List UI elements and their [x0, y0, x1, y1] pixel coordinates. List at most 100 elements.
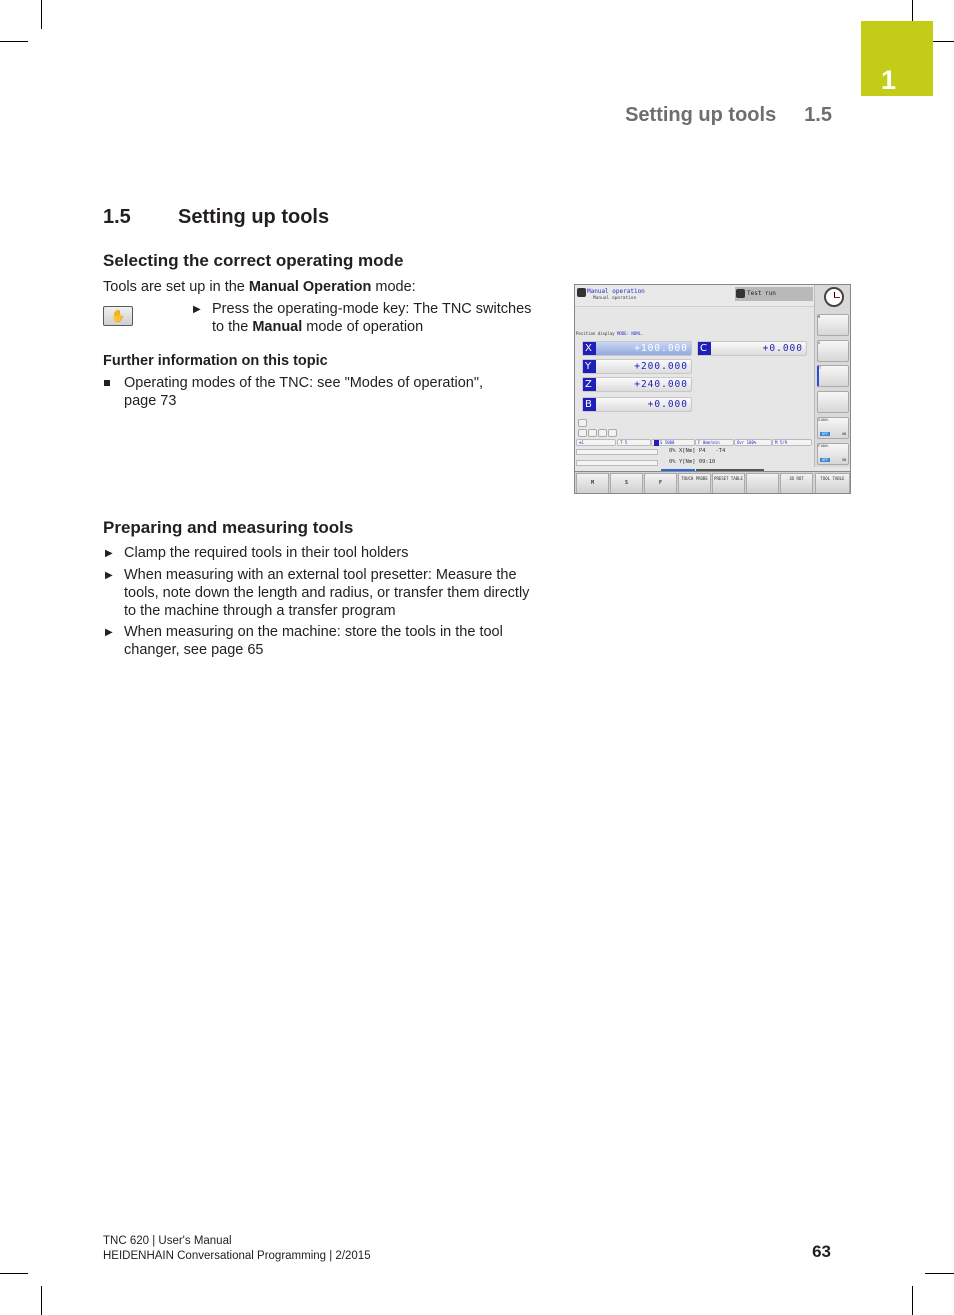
axis-label: C — [698, 342, 711, 355]
crop-mark — [41, 0, 42, 29]
footer-line: HEIDENHAIN Conversational Programming | … — [103, 1250, 371, 1262]
arrow-bullet-icon: ▶ — [105, 570, 113, 581]
item-line: Operating modes of the TNC: see "Modes o… — [124, 375, 484, 391]
feed-override[interactable]: F100% OFF ON — [817, 443, 849, 465]
status-cell-tool: T 5 — [617, 439, 651, 446]
load-bar-y — [576, 460, 658, 466]
intro-text-end: mode: — [371, 279, 416, 295]
crop-mark — [925, 1273, 954, 1274]
load-info: 09:10 — [698, 459, 716, 465]
off-label: OFF — [820, 432, 831, 436]
softkey-s[interactable]: S — [610, 473, 643, 493]
load-percent: 0% — [669, 459, 676, 465]
running-head: Setting up tools 1.5 — [625, 104, 832, 127]
crop-mark — [912, 1286, 913, 1315]
spindle-override[interactable]: S100% OFF ON — [817, 417, 849, 439]
override-label: F100% — [818, 444, 829, 448]
section-heading: 1.5 Setting up tools — [103, 206, 329, 229]
step-line: Press the operating-mode key: The TNC sw… — [212, 301, 532, 317]
softkey-tool-table[interactable]: TOOL TABLE — [815, 473, 850, 493]
side-button-t[interactable]: T — [817, 365, 849, 387]
step-text: to the — [212, 319, 253, 335]
page-number: 63 — [812, 1242, 831, 1261]
small-button — [588, 429, 597, 437]
intro-bold: Manual Operation — [248, 279, 372, 295]
softkey-label: PRESET TABLE — [714, 476, 743, 481]
selecting-heading: Selecting the correct operating mode — [103, 251, 404, 270]
preparing-step: ▶ Clamp the required tools in their tool… — [105, 544, 409, 562]
status-cell-feed: F 0mm/min — [695, 439, 734, 446]
status-value: 1 — [581, 440, 584, 445]
load-label: X[Nm] — [678, 448, 696, 454]
axis-label: B — [583, 398, 596, 411]
position-display-mode: MODE: NOML. — [616, 331, 644, 336]
chapter-number: 1 — [881, 65, 897, 95]
side-button-label: S — [818, 341, 821, 345]
status-cell-mfunction: M 5/9 — [772, 439, 812, 446]
softkey-empty[interactable] — [746, 473, 779, 493]
footer-line: TNC 620 | User's Manual — [103, 1235, 232, 1247]
intro-text: Tools are set up in the — [103, 279, 249, 295]
arrow-bullet-icon: ▶ — [105, 548, 113, 559]
step-line: tools, note down the length and radius, … — [124, 585, 530, 601]
manual-mode-icon — [577, 288, 586, 297]
axis-label: Y — [583, 360, 596, 373]
further-info-heading: Further information on this topic — [103, 353, 328, 369]
hand-icon: ✋ — [110, 309, 126, 323]
crop-mark — [41, 1286, 42, 1315]
axis-value: +0.000 — [762, 343, 803, 354]
further-info-item: Operating modes of the TNC: see "Modes o… — [104, 374, 484, 410]
selecting-intro: Tools are set up in the Manual Operation… — [103, 278, 416, 296]
running-head-title: Setting up tools — [625, 104, 777, 126]
preparing-heading: Preparing and measuring tools — [103, 518, 354, 537]
axis-row-c: C +0.000 — [697, 341, 807, 356]
secondary-mode: Test run — [735, 287, 813, 301]
selecting-step: ▶ Press the operating-mode key: The TNC … — [193, 300, 532, 336]
load-info: P4 -T4 — [698, 448, 726, 454]
step-line: When measuring on the machine: store the… — [124, 624, 503, 640]
section-title: Setting up tools — [178, 206, 330, 228]
vertical-softkey-strip: M S T S100% OFF ON F100% OFF ON — [814, 285, 850, 467]
axis-value: +240.000 — [634, 379, 688, 390]
axis-value: +0.000 — [647, 399, 688, 410]
softkey-3d-rot[interactable]: 3D ROT — [780, 473, 813, 493]
axis-row-y: Y +200.000 — [582, 359, 692, 374]
step-line: to the machine through a transfer progra… — [124, 603, 396, 619]
load-label: Y[Nm] — [678, 459, 696, 465]
softkey-preset-table[interactable]: PRESET TABLE — [712, 473, 745, 493]
axis-value: +100.000 — [634, 343, 688, 354]
status-cell: ⊕1 — [576, 439, 616, 446]
load-row-y: 0% Y[Nm] 09:10 — [669, 459, 715, 465]
position-display-text: Position display — [576, 331, 615, 336]
off-label: OFF — [820, 458, 831, 462]
arrow-bullet-icon: ▶ — [105, 627, 113, 638]
small-button — [608, 429, 617, 437]
side-button-label: T — [819, 366, 822, 370]
preparing-step: ▶ When measuring on the machine: store t… — [105, 623, 503, 659]
status-value: S 5000 — [660, 440, 675, 445]
spindle-indicator — [654, 440, 659, 446]
softkey-touch-probe[interactable]: TOUCH PROBE — [678, 473, 711, 493]
step-bold: Manual — [252, 319, 303, 335]
small-button — [598, 429, 607, 437]
axis-value: +200.000 — [634, 361, 688, 372]
on-label: ON — [842, 432, 847, 436]
softkey-f[interactable]: F — [644, 473, 677, 493]
step-line: When measuring with an external tool pre… — [124, 567, 517, 583]
softkey-label: 3D ROT — [789, 476, 804, 481]
side-button-m[interactable]: M — [817, 314, 849, 336]
side-button-s[interactable]: S — [817, 340, 849, 362]
chapter-tab: 1 — [861, 21, 933, 96]
side-button-label: M — [818, 315, 821, 319]
page-link[interactable]: page 73 — [124, 392, 483, 410]
axis-row-b: B +0.000 — [582, 397, 692, 412]
load-percent: 0% — [669, 448, 676, 454]
softkey-label: TOOL TABLE — [820, 476, 845, 481]
softkey-m[interactable]: M — [576, 473, 609, 493]
crop-mark — [933, 41, 954, 42]
preparing-step: ▶ When measuring with an external tool p… — [105, 566, 530, 620]
small-button — [578, 419, 587, 427]
side-button-empty[interactable] — [817, 391, 849, 413]
step-line: to the Manual mode of operation — [212, 318, 531, 336]
arrow-bullet-icon: ▶ — [193, 304, 201, 315]
